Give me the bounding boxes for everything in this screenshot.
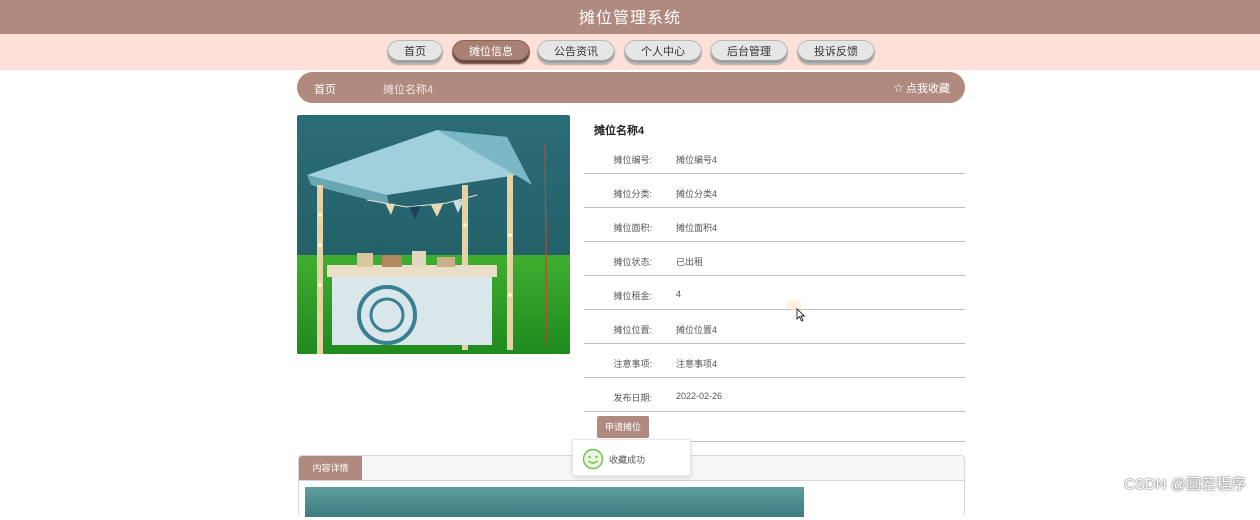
star-icon: ☆ bbox=[893, 81, 904, 95]
favorite-label: 点我收藏 bbox=[906, 83, 950, 95]
smile-icon bbox=[582, 448, 604, 470]
field-value: 注意事项4 bbox=[676, 359, 718, 369]
main-nav: 首页 摊位信息 公告资讯 个人中心 后台管理 投诉反馈 bbox=[0, 34, 1260, 70]
field-row-stall-rent: 摊位租金: 4 bbox=[584, 276, 965, 310]
app-title: 摊位管理系统 bbox=[578, 10, 681, 27]
nav-announcements[interactable]: 公告资讯 bbox=[537, 40, 615, 64]
field-row-stall-area: 摊位面积: 摊位面积4 bbox=[584, 208, 965, 242]
nav-home[interactable]: 首页 bbox=[387, 40, 443, 64]
field-row-notes: 注意事项: 注意事项4 bbox=[584, 344, 965, 378]
toast-notification: 收藏成功 bbox=[572, 439, 691, 476]
breadcrumb-home[interactable]: 首页 bbox=[314, 81, 336, 97]
field-label: 摊位编号: bbox=[613, 155, 652, 165]
app-header: 摊位管理系统 bbox=[0, 0, 1260, 34]
field-value: 2022-02-26 bbox=[676, 391, 723, 401]
field-label: 摊位面积: bbox=[613, 223, 652, 233]
field-value: 摊位编号4 bbox=[676, 155, 718, 165]
favorite-button[interactable]: ☆ 点我收藏 bbox=[893, 80, 950, 96]
field-label: 发布日期: bbox=[613, 393, 652, 403]
nav-personal-center[interactable]: 个人中心 bbox=[624, 40, 702, 64]
field-label: 摊位租金: bbox=[613, 291, 652, 301]
content-image bbox=[305, 487, 804, 517]
field-label: 摊位分类: bbox=[613, 189, 652, 199]
stall-name: 摊位名称4 bbox=[594, 125, 645, 137]
toast-message: 收藏成功 bbox=[609, 455, 646, 465]
field-row-stall-category: 摊位分类: 摊位分类4 bbox=[584, 174, 965, 208]
nav-admin[interactable]: 后台管理 bbox=[710, 40, 788, 64]
field-row-publish-date: 发布日期: 2022-02-26 bbox=[584, 378, 965, 412]
nav-feedback[interactable]: 投诉反馈 bbox=[797, 40, 875, 64]
field-value: 4 bbox=[676, 289, 682, 299]
field-label: 注意事项: bbox=[613, 359, 652, 369]
field-label: 摊位状态: bbox=[613, 257, 652, 267]
mouse-cursor-icon bbox=[796, 308, 806, 322]
watermark: CSDN @圆若程序 bbox=[1124, 476, 1246, 493]
stall-photo bbox=[297, 115, 570, 354]
apply-stall-button[interactable]: 申请摊位 bbox=[597, 416, 649, 438]
breadcrumb-current: 摊位名称4 bbox=[383, 84, 434, 96]
field-value: 摊位位置4 bbox=[676, 325, 718, 335]
field-row-stall-status: 摊位状态: 已出租 bbox=[584, 242, 965, 276]
breadcrumb: 首页 摊位名称4 ☆ 点我收藏 bbox=[297, 72, 965, 103]
nav-stall-info[interactable]: 摊位信息 bbox=[452, 40, 530, 64]
tab-content-details[interactable]: 内容详情 bbox=[299, 456, 362, 480]
field-label: 摊位位置: bbox=[613, 325, 652, 335]
field-value: 已出租 bbox=[676, 257, 704, 267]
field-value: 摊位分类4 bbox=[676, 189, 718, 199]
field-row-stall-number: 摊位编号: 摊位编号4 bbox=[584, 140, 965, 174]
tab-content-panel bbox=[299, 480, 964, 520]
field-value: 摊位面积4 bbox=[676, 223, 718, 233]
field-row-stall-location: 摊位位置: 摊位位置4 bbox=[584, 310, 965, 344]
